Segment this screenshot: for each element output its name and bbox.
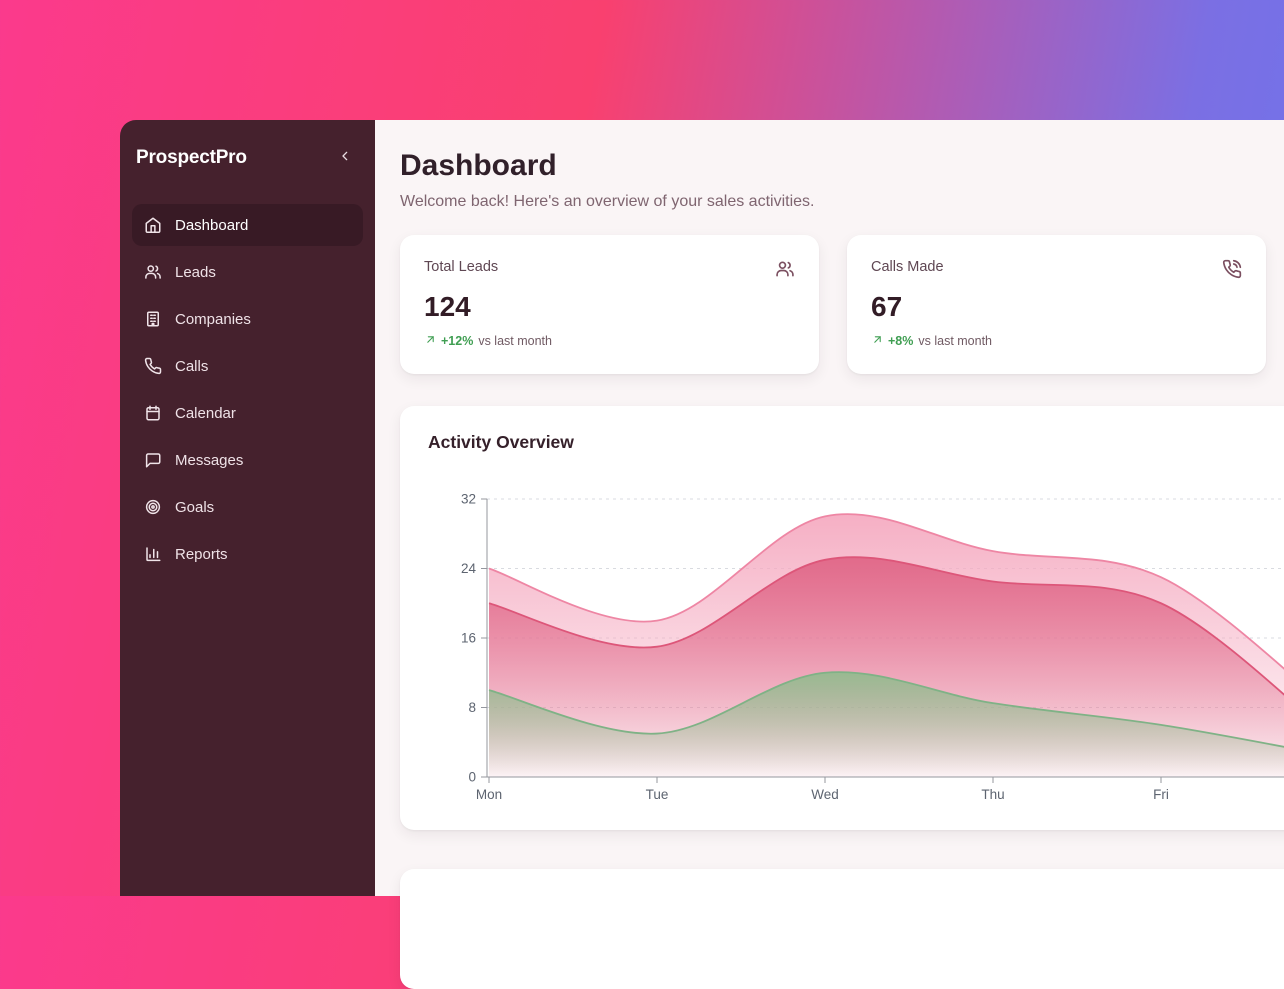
sidebar-item-label: Goals xyxy=(175,499,214,516)
stat-trend-value: +12% xyxy=(441,334,473,348)
svg-text:8: 8 xyxy=(468,700,476,715)
sidebar-item-calendar[interactable]: Calendar xyxy=(132,392,363,434)
svg-text:Tue: Tue xyxy=(646,787,669,802)
sidebar-item-calls[interactable]: Calls xyxy=(132,345,363,387)
svg-text:Fri: Fri xyxy=(1153,787,1169,802)
chart-areas xyxy=(489,514,1284,777)
target-icon xyxy=(144,498,162,516)
sidebar-item-companies[interactable]: Companies xyxy=(132,298,363,340)
users-icon xyxy=(144,263,162,281)
stat-label: Total Leads xyxy=(424,259,498,275)
phone-call-icon xyxy=(1222,259,1242,284)
sidebar-item-reports[interactable]: Reports xyxy=(132,533,363,575)
svg-text:32: 32 xyxy=(461,492,476,507)
arrow-up-right-icon xyxy=(871,333,884,349)
sidebar-item-label: Dashboard xyxy=(175,217,248,234)
stat-label: Calls Made xyxy=(871,259,944,275)
stat-trend-value: +8% xyxy=(888,334,913,348)
svg-text:24: 24 xyxy=(461,561,477,576)
chart-y-axis: 0 8 16 24 32 xyxy=(461,492,487,785)
building-icon xyxy=(144,310,162,328)
activity-overview-card: Activity Overview 0 8 16 24 32 Mon Tue Wed Thu Fr… xyxy=(400,406,1284,830)
home-icon xyxy=(144,216,162,234)
sidebar-item-label: Reports xyxy=(175,546,228,563)
calendar-icon xyxy=(144,404,162,422)
sidebar-item-label: Companies xyxy=(175,311,251,328)
svg-text:Thu: Thu xyxy=(981,787,1004,802)
sidebar-nav: Dashboard Leads Companies Calls Calendar xyxy=(120,204,375,575)
sidebar-item-leads[interactable]: Leads xyxy=(132,251,363,293)
sidebar-item-label: Leads xyxy=(175,264,216,281)
page-subtitle: Welcome back! Here's an overview of your… xyxy=(400,193,1284,211)
sidebar: ProspectPro Dashboard Leads Companies xyxy=(120,120,375,896)
sidebar-item-goals[interactable]: Goals xyxy=(132,486,363,528)
stat-value: 124 xyxy=(424,292,795,322)
stat-trend-suffix: vs last month xyxy=(918,334,992,348)
svg-text:0: 0 xyxy=(468,770,476,785)
sidebar-item-dashboard[interactable]: Dashboard xyxy=(132,204,363,246)
stat-trend: +12% vs last month xyxy=(424,333,795,349)
message-square-icon xyxy=(144,451,162,469)
sidebar-item-label: Calendar xyxy=(175,405,236,422)
svg-text:16: 16 xyxy=(461,631,476,646)
stat-card-total-leads: Total Leads 124 +12% vs last month xyxy=(400,235,819,374)
stat-value: 67 xyxy=(871,292,1242,322)
chart-title: Activity Overview xyxy=(428,432,1284,453)
arrow-up-right-icon xyxy=(424,333,437,349)
stat-card-calls-made: Calls Made 67 +8% vs last month xyxy=(847,235,1266,374)
sidebar-item-label: Messages xyxy=(175,452,243,469)
activity-chart: 08162432MonTueWedThuFriSat xyxy=(400,475,1284,820)
sidebar-item-label: Calls xyxy=(175,358,208,375)
phone-icon xyxy=(144,357,162,375)
sidebar-header: ProspectPro xyxy=(120,120,375,171)
page-title: Dashboard xyxy=(400,148,1284,184)
sidebar-item-messages[interactable]: Messages xyxy=(132,439,363,481)
chart-svg: 08162432MonTueWedThuFriSat xyxy=(400,475,1284,820)
chevron-left-icon xyxy=(337,148,353,167)
stats-row: Total Leads 124 +12% vs last month Calls… xyxy=(400,235,1284,374)
sidebar-collapse-button[interactable] xyxy=(333,144,357,171)
stat-trend: +8% vs last month xyxy=(871,333,1242,349)
svg-text:Wed: Wed xyxy=(811,787,839,802)
bottom-card xyxy=(400,869,1284,989)
app-logo: ProspectPro xyxy=(136,147,247,169)
main-content: Dashboard Welcome back! Here's an overvi… xyxy=(375,120,1284,896)
chart-x-axis: MonTueWedThuFriSat xyxy=(476,777,1284,802)
svg-text:Mon: Mon xyxy=(476,787,502,802)
users-icon xyxy=(775,259,795,284)
bar-chart-icon xyxy=(144,545,162,563)
stat-trend-suffix: vs last month xyxy=(478,334,552,348)
